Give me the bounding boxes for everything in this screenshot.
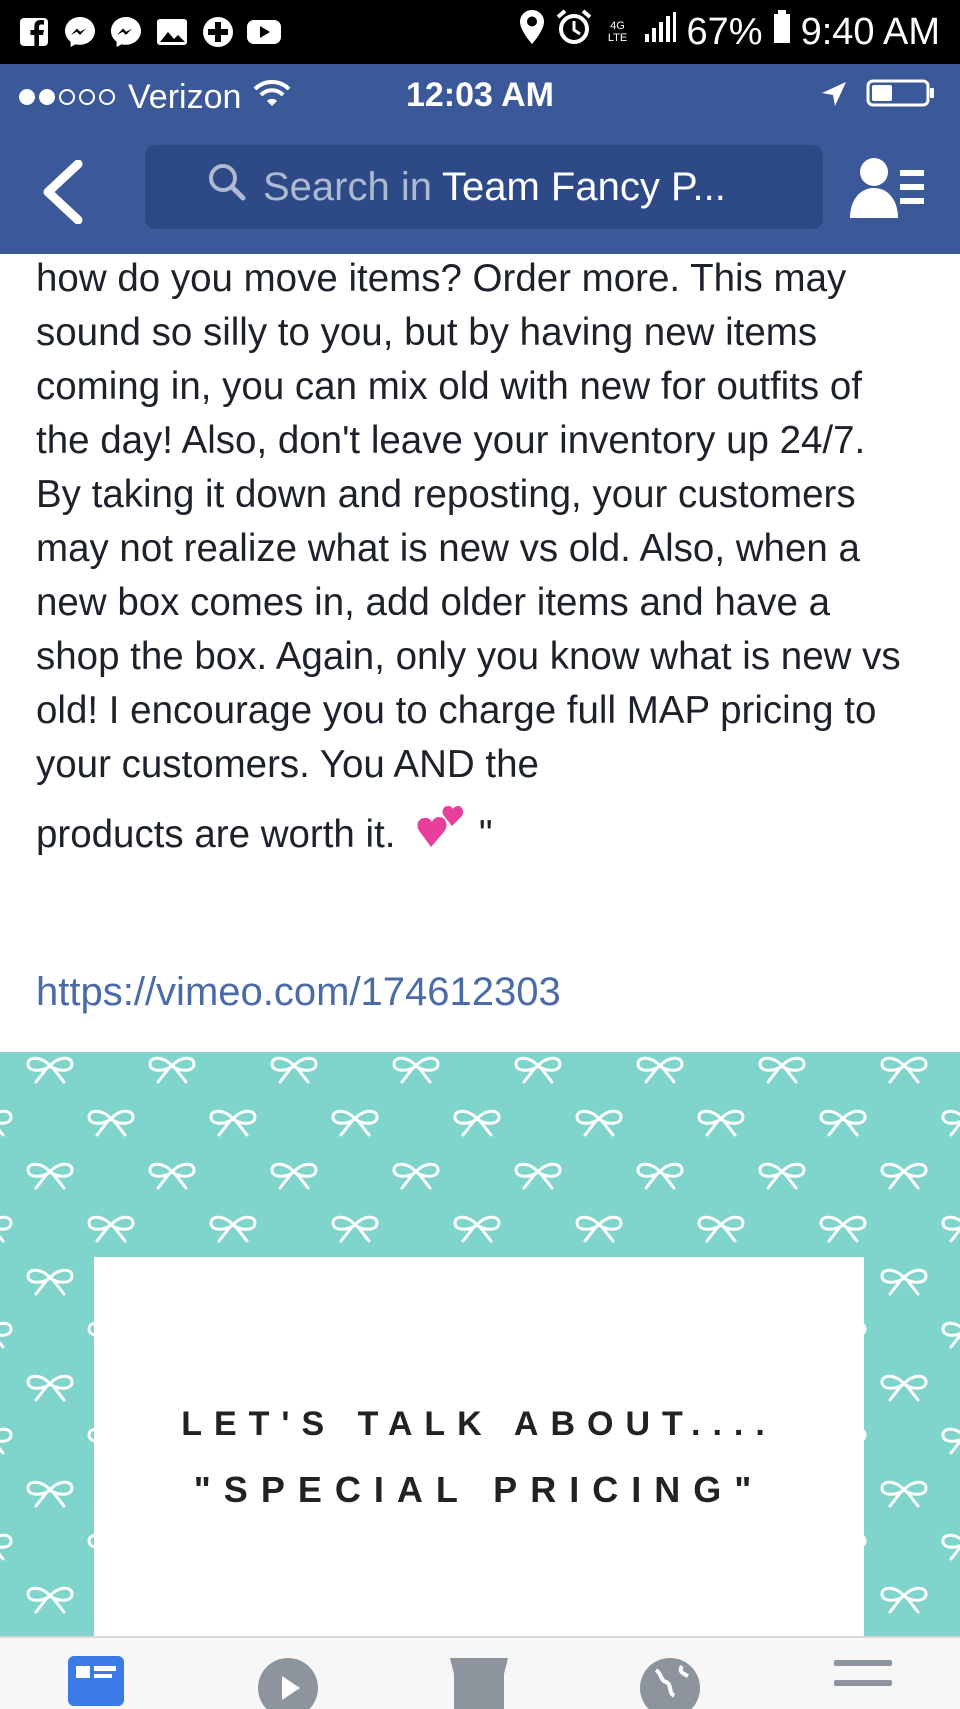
messenger-icon (62, 14, 98, 50)
battery-icon (773, 10, 791, 54)
shared-image[interactable]: LET'S TALK ABOUT.... "SPECIAL PRICING" (0, 1052, 960, 1637)
search-placeholder: Search in (263, 164, 432, 209)
battery-percent: 67% (686, 10, 763, 53)
group-nav-bar: Search in Team Fancy P... (0, 130, 960, 254)
post-body: how do you move items? Order more. This … (36, 252, 936, 872)
lte-icon: 4G LTE (603, 20, 633, 44)
group-name: Team Fancy P... (441, 164, 726, 209)
globe-icon[interactable] (638, 1654, 708, 1709)
signal-icon (643, 10, 677, 54)
post-text-end: products are worth it. (36, 813, 396, 857)
facebook-icon (16, 14, 52, 50)
messenger-icon (108, 14, 144, 50)
image-heading-line1: LET'S TALK ABOUT.... (181, 1405, 777, 1443)
post-text-last-line: products are worth it. " (36, 802, 936, 872)
android-status-bar: 4G LTE 67% 9:40 AM (0, 0, 960, 64)
youtube-icon (246, 14, 282, 50)
search-icon (207, 162, 247, 212)
network-type-label: 4G LTE (607, 20, 628, 44)
bottom-tab-bar (0, 1636, 960, 1709)
two-hearts-emoji-icon (414, 802, 468, 872)
signal-dots-icon (18, 78, 116, 117)
marketplace-icon[interactable] (446, 1654, 516, 1709)
gallery-icon (154, 14, 190, 50)
video-icon[interactable] (256, 1654, 326, 1709)
location-icon (519, 9, 545, 55)
carrier-name: Verizon (128, 77, 242, 116)
ios-battery-icon (866, 78, 936, 117)
post-text: how do you move items? Order more. This … (36, 257, 901, 786)
ios-status-bar: Verizon 12:03 AM (0, 64, 960, 130)
vimeo-link[interactable]: https://vimeo.com/174612303 (36, 970, 561, 1015)
plus-icon (200, 14, 236, 50)
menu-icon[interactable] (830, 1654, 900, 1709)
back-chevron-icon[interactable] (40, 159, 90, 225)
news-feed-icon[interactable] (66, 1654, 136, 1709)
alarm-icon (555, 8, 593, 56)
image-text-card: LET'S TALK ABOUT.... "SPECIAL PRICING" (94, 1257, 864, 1637)
group-search-input[interactable]: Search in Team Fancy P... (145, 145, 823, 229)
clock: 9:40 AM (800, 10, 940, 53)
wifi-icon (253, 78, 291, 117)
location-arrow-icon (820, 78, 848, 117)
closing-quote: " (478, 813, 493, 857)
image-heading-line2: "SPECIAL PRICING" (193, 1469, 765, 1510)
members-icon[interactable] (848, 154, 928, 224)
